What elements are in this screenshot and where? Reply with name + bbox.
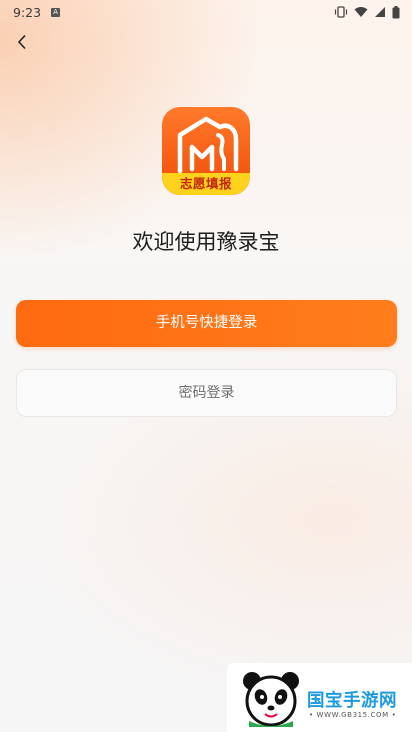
chevron-left-icon (17, 34, 26, 50)
wifi-icon (354, 7, 368, 17)
signal-icon (375, 7, 385, 17)
status-bar: 9:23 A (0, 0, 412, 24)
phone-login-button[interactable]: 手机号快捷登录 (16, 300, 397, 347)
status-time: 9:23 (13, 4, 42, 20)
panda-logo-icon (243, 672, 299, 727)
notification-icon: A (51, 7, 61, 17)
password-login-button[interactable]: 密码登录 (16, 369, 397, 417)
status-right (334, 5, 400, 19)
battery-icon (392, 5, 400, 18)
house-icon (177, 116, 239, 174)
status-left: 9:23 A (13, 4, 61, 20)
watermark: 国宝手游网 • WWW.GB315.COM • (227, 663, 412, 732)
app-logo: 志愿填报 (162, 107, 250, 195)
welcome-title: 欢迎使用豫录宝 (132, 230, 280, 254)
watermark-brand: 国宝手游网 (307, 691, 397, 711)
logo-banner-text: 志愿填报 (162, 173, 250, 195)
vibrate-icon (334, 6, 348, 18)
watermark-url: • WWW.GB315.COM • (309, 711, 397, 719)
back-button[interactable] (10, 30, 34, 54)
